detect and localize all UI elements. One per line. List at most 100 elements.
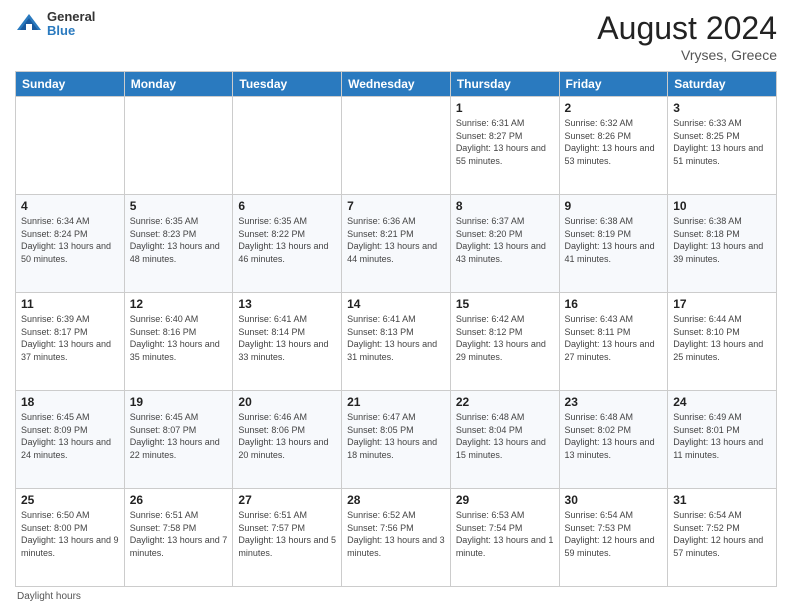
day-info: Sunrise: 6:31 AMSunset: 8:27 PMDaylight:… <box>456 118 546 166</box>
day-info: Sunrise: 6:40 AMSunset: 8:16 PMDaylight:… <box>130 314 220 362</box>
day-info: Sunrise: 6:41 AMSunset: 8:13 PMDaylight:… <box>347 314 437 362</box>
day-number: 10 <box>673 199 771 213</box>
day-info: Sunrise: 6:45 AMSunset: 8:07 PMDaylight:… <box>130 412 220 460</box>
day-info: Sunrise: 6:48 AMSunset: 8:04 PMDaylight:… <box>456 412 546 460</box>
day-number: 24 <box>673 395 771 409</box>
day-number: 26 <box>130 493 228 507</box>
day-number: 23 <box>565 395 663 409</box>
day-number: 31 <box>673 493 771 507</box>
day-info: Sunrise: 6:52 AMSunset: 7:56 PMDaylight:… <box>347 510 445 558</box>
calendar-cell: 31 Sunrise: 6:54 AMSunset: 7:52 PMDayligh… <box>668 489 777 587</box>
month-title: August 2024 <box>597 10 777 47</box>
calendar-cell: 1 Sunrise: 6:31 AMSunset: 8:27 PMDaylight… <box>450 97 559 195</box>
day-header-monday: Monday <box>124 72 233 97</box>
calendar-cell: 26 Sunrise: 6:51 AMSunset: 7:58 PMDayligh… <box>124 489 233 587</box>
calendar-table: SundayMondayTuesdayWednesdayThursdayFrid… <box>15 71 777 587</box>
calendar-cell: 28 Sunrise: 6:52 AMSunset: 7:56 PMDayligh… <box>342 489 451 587</box>
calendar-cell: 8 Sunrise: 6:37 AMSunset: 8:20 PMDaylight… <box>450 195 559 293</box>
day-header-saturday: Saturday <box>668 72 777 97</box>
week-row-5: 25 Sunrise: 6:50 AMSunset: 8:00 PMDayligh… <box>16 489 777 587</box>
week-row-1: 1 Sunrise: 6:31 AMSunset: 8:27 PMDaylight… <box>16 97 777 195</box>
day-number: 2 <box>565 101 663 115</box>
day-info: Sunrise: 6:51 AMSunset: 7:58 PMDaylight:… <box>130 510 228 558</box>
day-info: Sunrise: 6:36 AMSunset: 8:21 PMDaylight:… <box>347 216 437 264</box>
day-number: 20 <box>238 395 336 409</box>
calendar-cell: 30Sunrise: 6:54 AMSunset: 7:53 PMDayligh… <box>559 489 668 587</box>
calendar-cell: 5Sunrise: 6:35 AMSunset: 8:23 PMDaylight… <box>124 195 233 293</box>
day-number: 9 <box>565 199 663 213</box>
title-block: August 2024 Vryses, Greece <box>597 10 777 63</box>
day-number: 14 <box>347 297 445 311</box>
day-info: Sunrise: 6:49 AMSunset: 8:01 PMDaylight:… <box>673 412 763 460</box>
calendar-cell: 24 Sunrise: 6:49 AMSunset: 8:01 PMDayligh… <box>668 391 777 489</box>
day-info: Sunrise: 6:38 AMSunset: 8:18 PMDaylight:… <box>673 216 763 264</box>
calendar-cell: 9 Sunrise: 6:38 AMSunset: 8:19 PMDaylight… <box>559 195 668 293</box>
calendar-cell: 19 Sunrise: 6:45 AMSunset: 8:07 PMDayligh… <box>124 391 233 489</box>
header: General Blue August 2024 Vryses, Greece <box>15 10 777 63</box>
calendar-cell: 21 Sunrise: 6:47 AMSunset: 8:05 PMDayligh… <box>342 391 451 489</box>
day-info: Sunrise: 6:54 AMSunset: 7:52 PMDaylight:… <box>673 510 763 558</box>
location: Vryses, Greece <box>597 47 777 63</box>
day-number: 29 <box>456 493 554 507</box>
calendar-cell: 12 Sunrise: 6:40 AMSunset: 8:16 PMDayligh… <box>124 293 233 391</box>
calendar-cell: 29 Sunrise: 6:53 AMSunset: 7:54 PMDayligh… <box>450 489 559 587</box>
day-number: 17 <box>673 297 771 311</box>
day-header-tuesday: Tuesday <box>233 72 342 97</box>
day-header-wednesday: Wednesday <box>342 72 451 97</box>
day-number: 12 <box>130 297 228 311</box>
day-number: 3 <box>673 101 771 115</box>
day-info: Sunrise: 6:50 AMSunset: 8:00 PMDaylight:… <box>21 510 119 558</box>
logo: General Blue <box>15 10 95 39</box>
day-info: Sunrise: 6:47 AMSunset: 8:05 PMDaylight:… <box>347 412 437 460</box>
calendar-cell: 10 Sunrise: 6:38 AMSunset: 8:18 PMDayligh… <box>668 195 777 293</box>
day-number: 16 <box>565 297 663 311</box>
day-info: Sunrise: 6:38 AMSunset: 8:19 PMDaylight:… <box>565 216 655 264</box>
day-number: 27 <box>238 493 336 507</box>
day-info: Sunrise: 6:33 AMSunset: 8:25 PMDaylight:… <box>673 118 763 166</box>
day-number: 13 <box>238 297 336 311</box>
week-row-4: 18Sunrise: 6:45 AMSunset: 8:09 PMDayligh… <box>16 391 777 489</box>
day-number: 8 <box>456 199 554 213</box>
day-number: 15 <box>456 297 554 311</box>
logo-blue-text: Blue <box>47 24 95 38</box>
day-info: Sunrise: 6:39 AMSunset: 8:17 PMDaylight:… <box>21 314 111 362</box>
calendar-cell: 16 Sunrise: 6:43 AMSunset: 8:11 PMDayligh… <box>559 293 668 391</box>
day-header-sunday: Sunday <box>16 72 125 97</box>
day-number: 25 <box>21 493 119 507</box>
logo-icon <box>15 10 43 38</box>
day-number: 6 <box>238 199 336 213</box>
calendar-cell: 2 Sunrise: 6:32 AMSunset: 8:26 PMDaylight… <box>559 97 668 195</box>
calendar-cell <box>124 97 233 195</box>
day-info: Sunrise: 6:32 AMSunset: 8:26 PMDaylight:… <box>565 118 655 166</box>
calendar-cell: 23 Sunrise: 6:48 AMSunset: 8:02 PMDayligh… <box>559 391 668 489</box>
day-info: Sunrise: 6:51 AMSunset: 7:57 PMDaylight:… <box>238 510 336 558</box>
day-info: Sunrise: 6:41 AMSunset: 8:14 PMDaylight:… <box>238 314 328 362</box>
calendar-cell: 27 Sunrise: 6:51 AMSunset: 7:57 PMDayligh… <box>233 489 342 587</box>
calendar-cell: 13 Sunrise: 6:41 AMSunset: 8:14 PMDayligh… <box>233 293 342 391</box>
calendar-cell <box>16 97 125 195</box>
calendar-cell: 4Sunrise: 6:34 AMSunset: 8:24 PMDaylight… <box>16 195 125 293</box>
day-number: 7 <box>347 199 445 213</box>
day-number: 22 <box>456 395 554 409</box>
calendar-cell: 6Sunrise: 6:35 AMSunset: 8:22 PMDaylight… <box>233 195 342 293</box>
day-info: Sunrise: 6:37 AMSunset: 8:20 PMDaylight:… <box>456 216 546 264</box>
day-number: 1 <box>456 101 554 115</box>
calendar-cell: 3 Sunrise: 6:33 AMSunset: 8:25 PMDaylight… <box>668 97 777 195</box>
footer-note: Daylight hours <box>15 591 777 602</box>
calendar-cell: 15Sunrise: 6:42 AMSunset: 8:12 PMDayligh… <box>450 293 559 391</box>
day-info: Sunrise: 6:35 AMSunset: 8:23 PMDaylight:… <box>130 216 220 264</box>
day-number: 28 <box>347 493 445 507</box>
day-info: Sunrise: 6:53 AMSunset: 7:54 PMDaylight:… <box>456 510 554 558</box>
day-info: Sunrise: 6:48 AMSunset: 8:02 PMDaylight:… <box>565 412 655 460</box>
day-header-friday: Friday <box>559 72 668 97</box>
day-number: 30 <box>565 493 663 507</box>
week-row-3: 11Sunrise: 6:39 AMSunset: 8:17 PMDayligh… <box>16 293 777 391</box>
day-number: 19 <box>130 395 228 409</box>
page: General Blue August 2024 Vryses, Greece … <box>0 0 792 612</box>
logo-text: General Blue <box>47 10 95 39</box>
day-number: 21 <box>347 395 445 409</box>
calendar-cell: 25 Sunrise: 6:50 AMSunset: 8:00 PMDayligh… <box>16 489 125 587</box>
day-info: Sunrise: 6:43 AMSunset: 8:11 PMDaylight:… <box>565 314 655 362</box>
week-row-2: 4Sunrise: 6:34 AMSunset: 8:24 PMDaylight… <box>16 195 777 293</box>
calendar-cell: 14 Sunrise: 6:41 AMSunset: 8:13 PMDayligh… <box>342 293 451 391</box>
